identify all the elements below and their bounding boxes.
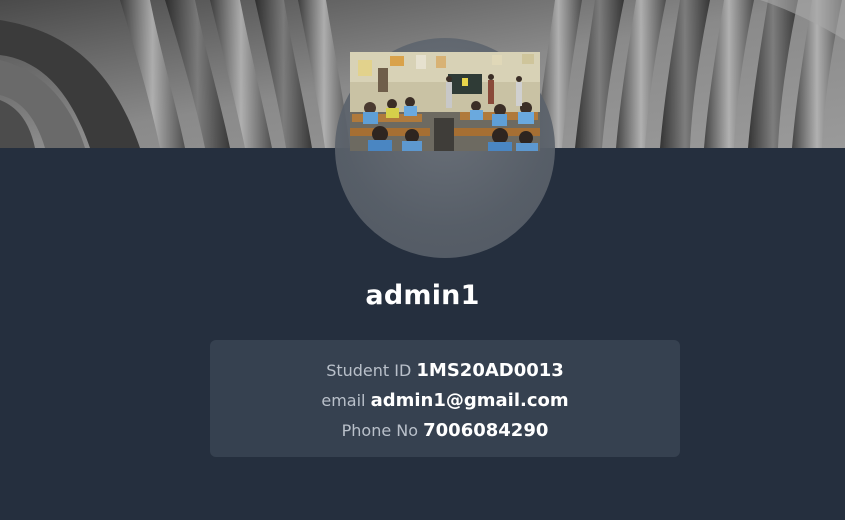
profile-info-card: Student ID 1MS20AD0013 email admin1@gmai… [210, 340, 680, 457]
phone-row: Phone No 7006084290 [210, 416, 680, 446]
student-id-row: Student ID 1MS20AD0013 [210, 356, 680, 386]
email-row: email admin1@gmail.com [210, 386, 680, 416]
student-id-value: 1MS20AD0013 [416, 360, 564, 381]
email-label: email [321, 391, 371, 410]
avatar-photo [350, 52, 540, 151]
email-value: admin1@gmail.com [370, 390, 569, 411]
username-heading: admin1 [365, 280, 480, 311]
profile-page: admin1 Student ID 1MS20AD0013 email admi… [0, 0, 845, 520]
phone-label: Phone No [341, 421, 424, 440]
student-id-label: Student ID [326, 361, 417, 380]
phone-value: 7006084290 [423, 420, 549, 441]
